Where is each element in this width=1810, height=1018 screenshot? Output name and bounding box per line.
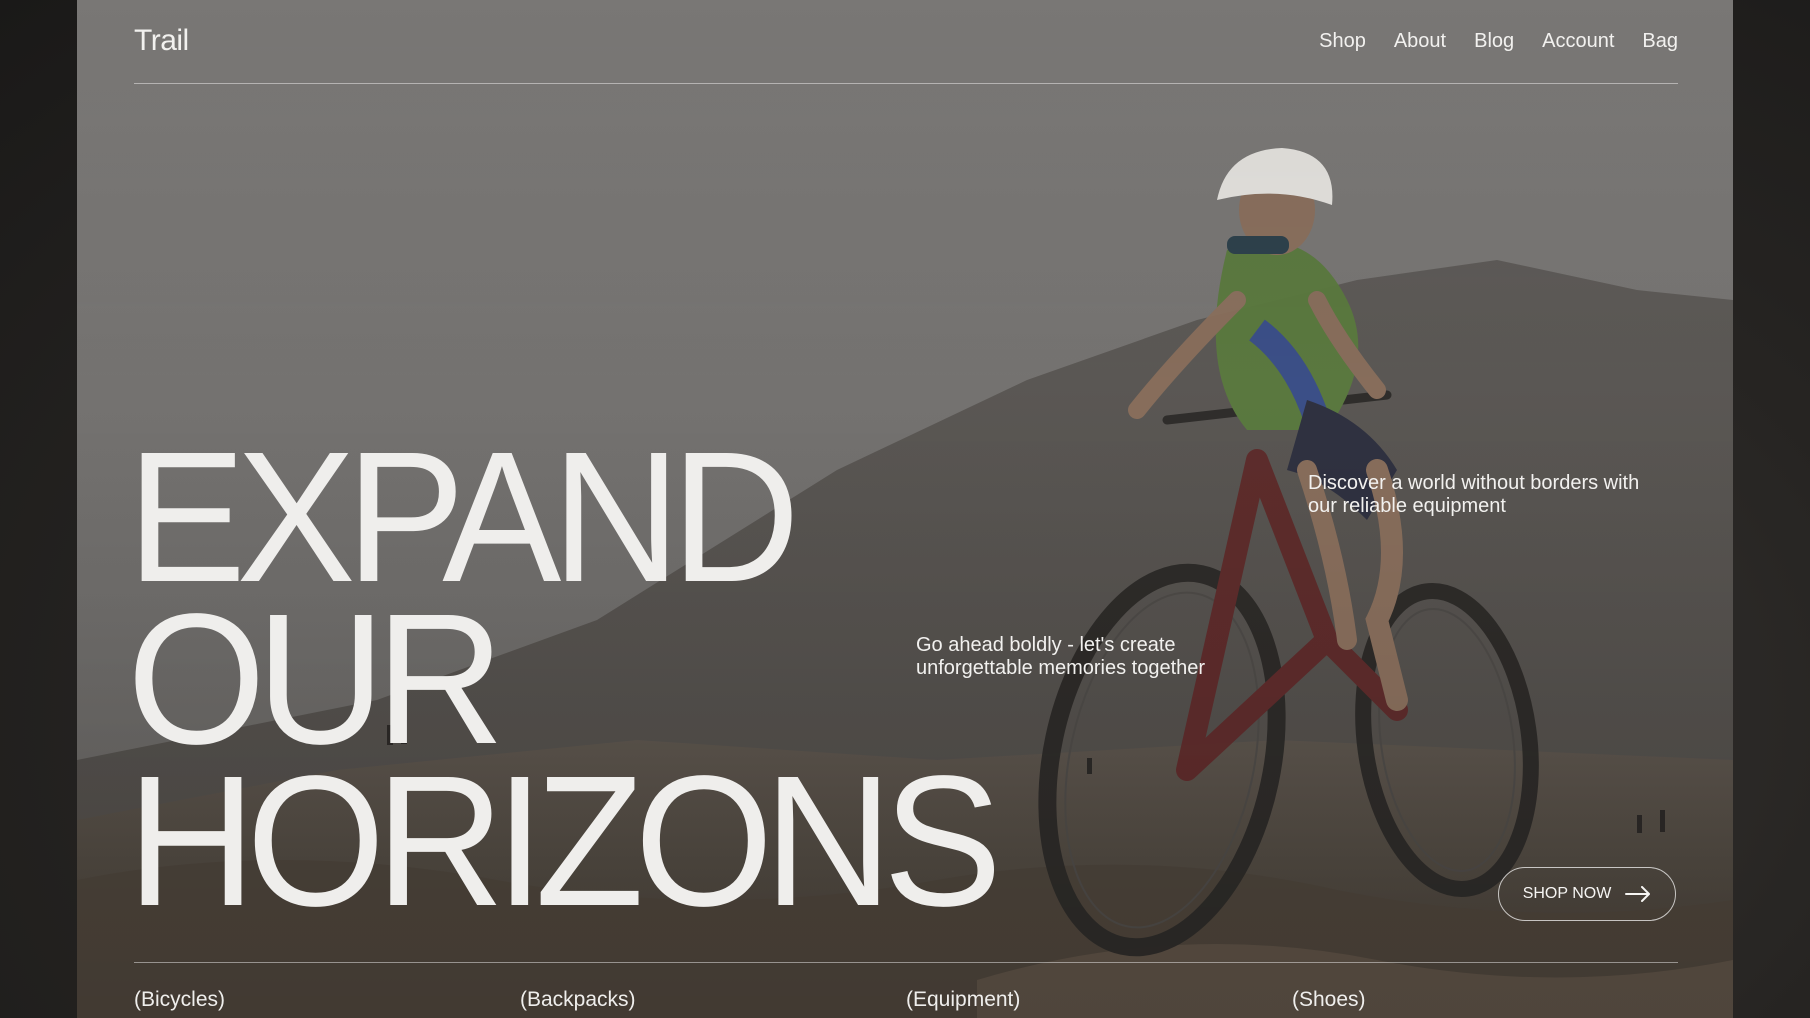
hero-section: Trail Shop About Blog Account Bag EXPAND…	[77, 0, 1733, 1018]
headline-line-2: OUR	[127, 576, 505, 783]
nav-bag[interactable]: Bag	[1642, 30, 1678, 53]
main-nav: Shop About Blog Account Bag	[1319, 30, 1678, 53]
category-shoes[interactable]: (Shoes)	[1292, 988, 1678, 1012]
headline-line-1: EXPAND	[127, 414, 800, 621]
hero-tagline-right: Discover a world without borders with ou…	[1308, 472, 1640, 517]
nav-blog[interactable]: Blog	[1474, 30, 1514, 53]
category-backpacks[interactable]: (Backpacks)	[520, 988, 906, 1012]
arrow-right-icon	[1625, 886, 1651, 902]
shop-now-label: SHOP NOW	[1522, 885, 1612, 902]
nav-shop[interactable]: Shop	[1319, 30, 1366, 53]
brand-logo[interactable]: Trail	[134, 24, 189, 58]
nav-about[interactable]: About	[1394, 30, 1446, 53]
nav-account[interactable]: Account	[1542, 30, 1614, 53]
shop-now-button[interactable]: SHOP NOW	[1498, 867, 1676, 921]
category-links: (Bicycles) (Backpacks) (Equipment) (Shoe…	[134, 988, 1678, 1012]
category-equipment[interactable]: (Equipment)	[906, 988, 1292, 1012]
hero-headline: EXPAND OUR HORIZONS	[127, 414, 1002, 945]
categories-divider	[134, 962, 1678, 963]
headline-line-3: HORIZONS	[127, 738, 1002, 945]
site-header: Trail Shop About Blog Account Bag	[134, 0, 1678, 84]
category-bicycles[interactable]: (Bicycles)	[134, 988, 520, 1012]
hero-tagline-mid: Go ahead boldly - let's create unforgett…	[916, 634, 1206, 679]
